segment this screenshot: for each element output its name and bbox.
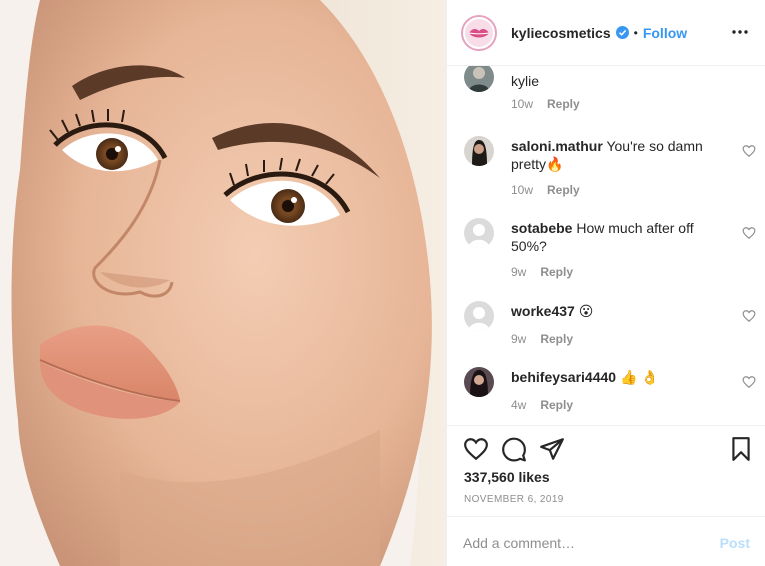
reply-button[interactable]: Reply bbox=[540, 398, 573, 412]
comment-text: worke437 😮 bbox=[511, 302, 721, 320]
comment-like-heart-icon[interactable] bbox=[742, 309, 756, 323]
heart-icon[interactable] bbox=[463, 436, 489, 462]
profile-avatar[interactable] bbox=[461, 14, 497, 51]
lips-logo-icon bbox=[468, 28, 490, 37]
reply-button[interactable]: Reply bbox=[547, 183, 580, 197]
comment-username[interactable]: saloni.mathur bbox=[511, 138, 603, 154]
post-header: kyliecosmetics • Follow bbox=[447, 0, 765, 66]
post-details-panel: kyliecosmetics • Follow kylie 10w Reply bbox=[446, 0, 765, 566]
comment-time: 9w bbox=[511, 332, 527, 346]
comment-text: sotabebe How much after off 50%? bbox=[511, 219, 721, 255]
comment-meta: 9w Reply bbox=[511, 265, 573, 279]
comment-meta: 9w Reply bbox=[511, 332, 573, 346]
commenter-avatar[interactable] bbox=[464, 301, 494, 331]
comment-time: 10w bbox=[511, 183, 534, 197]
comment-time: 4w bbox=[511, 398, 527, 412]
comment-username[interactable]: worke437 bbox=[511, 303, 575, 319]
follow-button[interactable]: Follow bbox=[643, 25, 687, 41]
comments-list[interactable]: kylie 10w Reply saloni.mathur You're so d… bbox=[447, 66, 765, 426]
comment-icon[interactable] bbox=[501, 436, 527, 462]
commenter-avatar[interactable] bbox=[464, 218, 494, 248]
add-comment-bar: Post bbox=[447, 516, 765, 566]
more-options-icon[interactable] bbox=[730, 22, 750, 42]
comment-text: behifeysari4440 👍 👌 bbox=[511, 368, 721, 386]
comment-text: saloni.mathur You're so damn pretty🔥 bbox=[511, 137, 721, 173]
post-photo[interactable] bbox=[0, 0, 446, 566]
commenter-avatar[interactable] bbox=[464, 367, 494, 397]
bookmark-icon[interactable] bbox=[728, 436, 754, 462]
reply-button[interactable]: Reply bbox=[540, 332, 573, 346]
reply-button[interactable]: Reply bbox=[540, 265, 573, 279]
comment-body: 😮 bbox=[578, 303, 594, 319]
comment-time: 9w bbox=[511, 265, 527, 279]
face-photo-image bbox=[0, 0, 446, 566]
comment-username[interactable]: sotabebe bbox=[511, 220, 572, 236]
comment-input[interactable] bbox=[463, 532, 703, 554]
header-username[interactable]: kyliecosmetics bbox=[511, 25, 611, 41]
comment-like-heart-icon[interactable] bbox=[742, 375, 756, 389]
verified-badge-icon bbox=[615, 26, 629, 39]
post-actions bbox=[447, 436, 765, 466]
comment-like-heart-icon[interactable] bbox=[742, 144, 756, 158]
comment-time: 10w bbox=[511, 97, 534, 111]
post-date[interactable]: NOVEMBER 6, 2019 bbox=[464, 494, 564, 505]
commenter-avatar[interactable] bbox=[464, 136, 494, 166]
post-comment-button[interactable]: Post bbox=[720, 535, 750, 551]
header-separator: • bbox=[633, 25, 638, 40]
comment-body: 👍 👌 bbox=[619, 369, 659, 385]
likes-count[interactable]: 337,560 likes bbox=[464, 469, 550, 485]
comment-like-heart-icon[interactable] bbox=[742, 226, 756, 240]
comment-meta: 10w Reply bbox=[511, 97, 580, 111]
comment-meta: 10w Reply bbox=[511, 183, 580, 197]
comment-body: kylie bbox=[511, 73, 540, 89]
share-icon[interactable] bbox=[539, 436, 565, 462]
commenter-avatar[interactable] bbox=[464, 66, 494, 92]
comment-meta: 4w Reply bbox=[511, 398, 573, 412]
reply-button[interactable]: Reply bbox=[547, 97, 580, 111]
comment-username[interactable]: behifeysari4440 bbox=[511, 369, 616, 385]
comment-text: kylie bbox=[511, 72, 721, 90]
